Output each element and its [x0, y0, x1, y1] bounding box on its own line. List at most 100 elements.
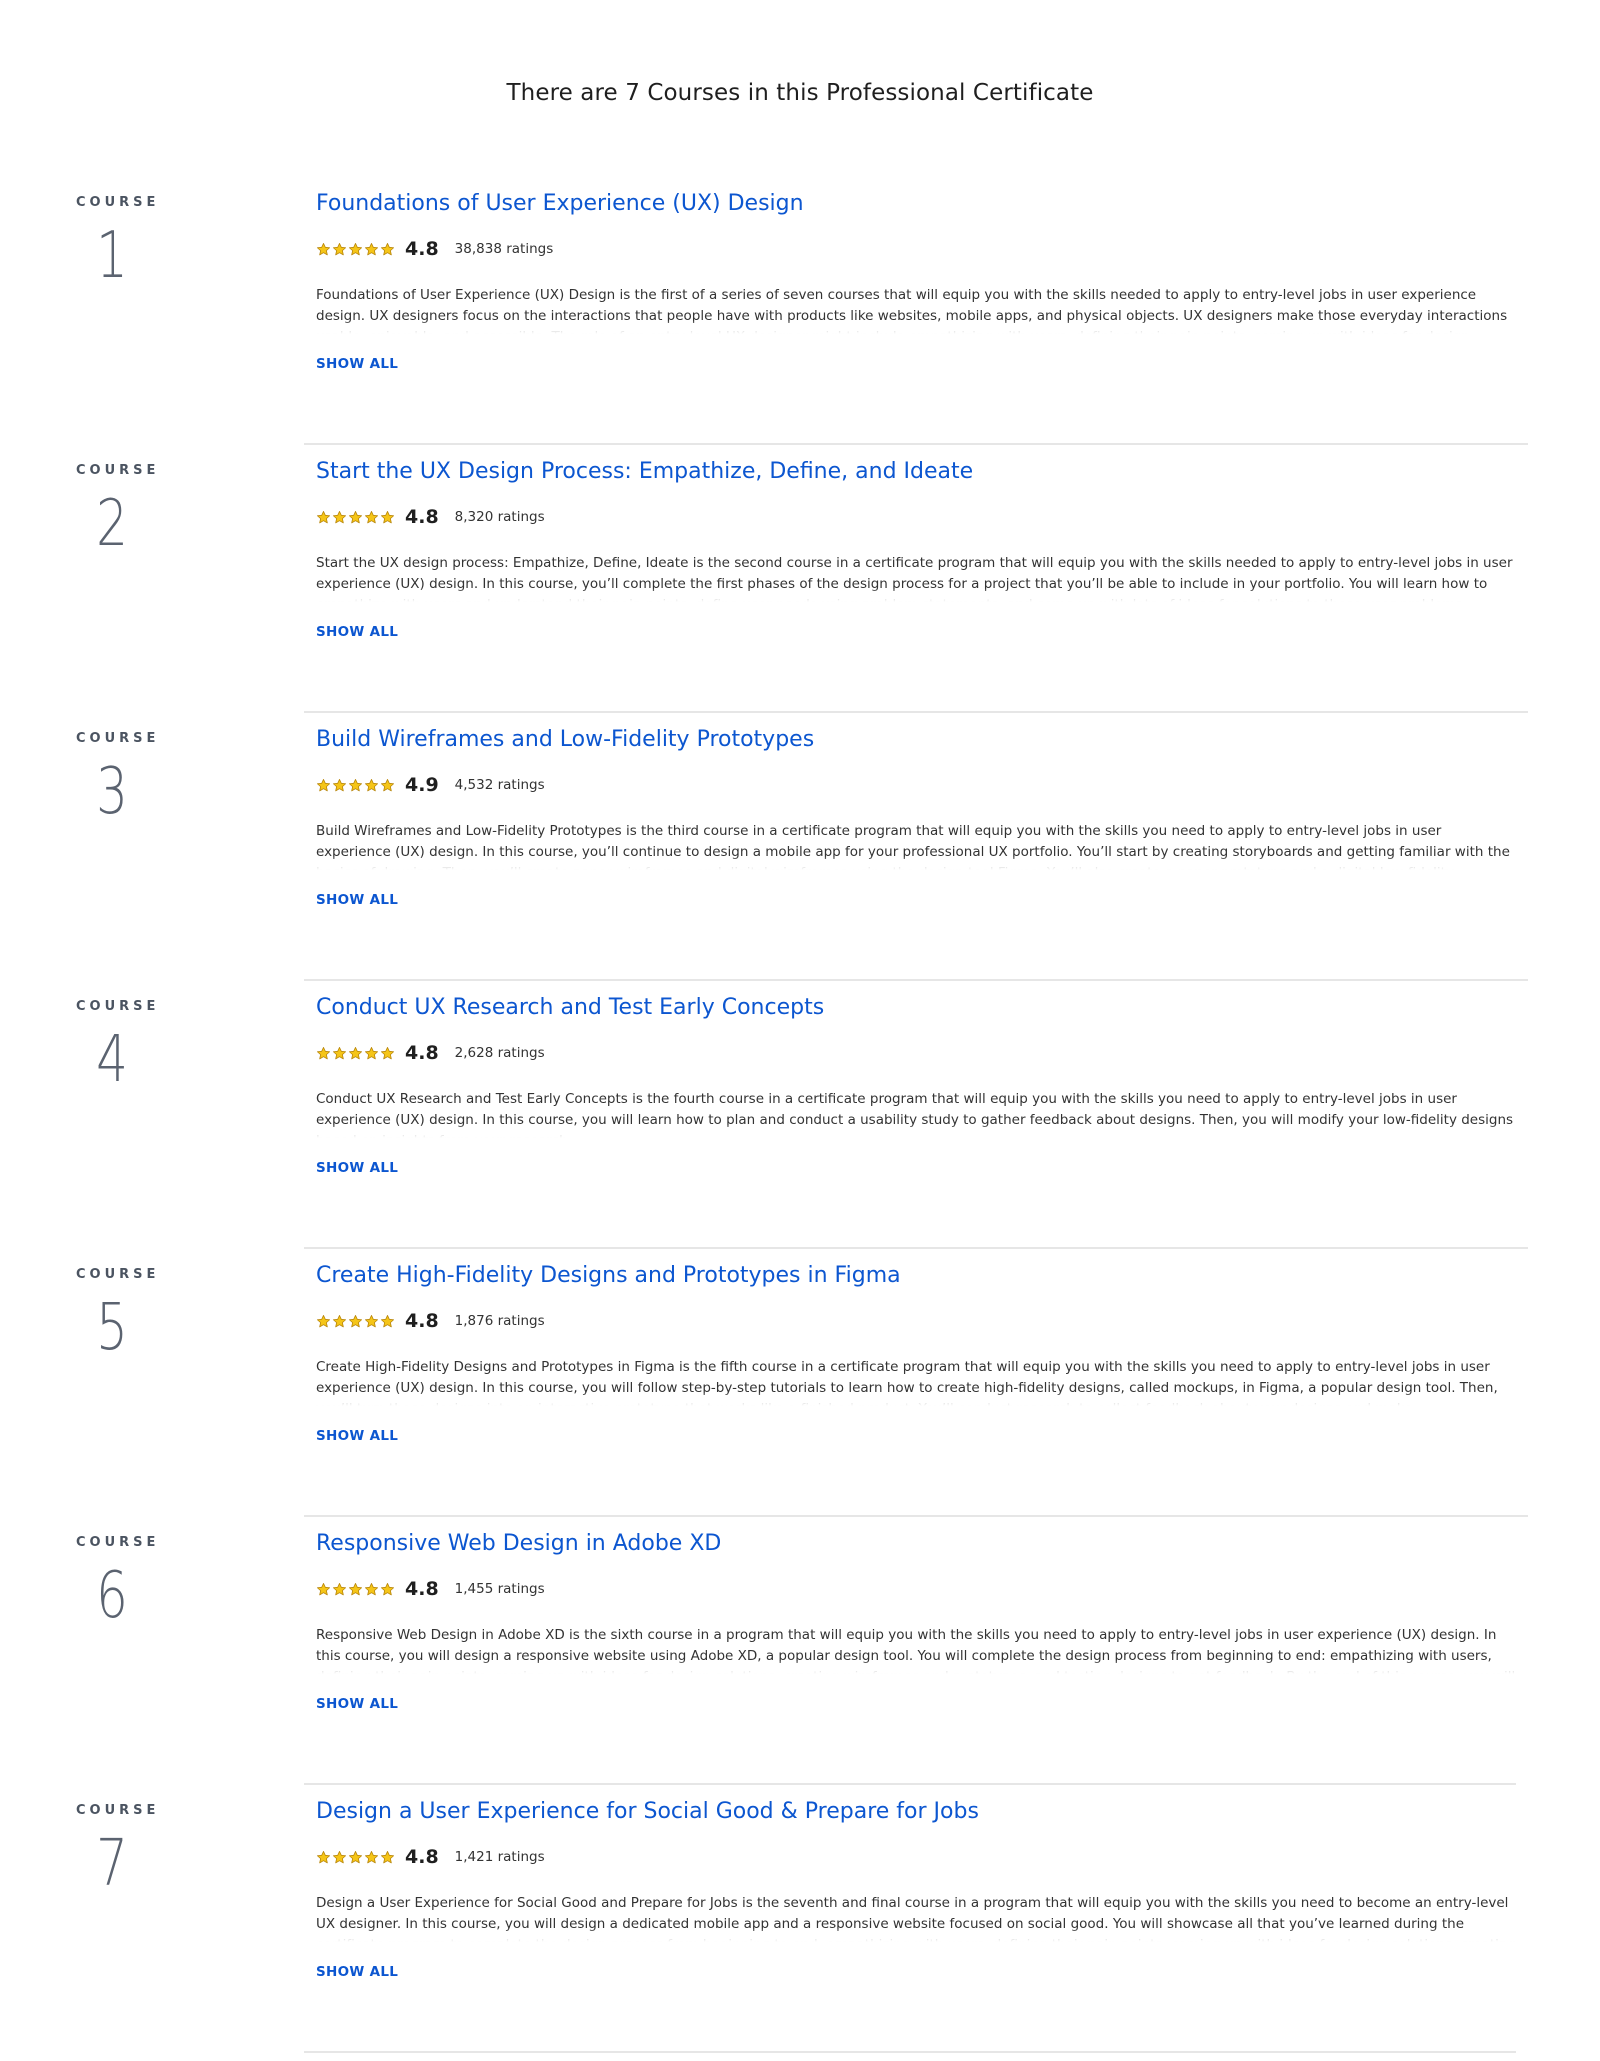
course-title-link[interactable]: Responsive Web Design in Adobe XD	[316, 1529, 1516, 1559]
course-item: COURSE 2 Start the UX Design Process: Em…	[0, 453, 1600, 721]
course-description: Conduct UX Research and Test Early Conce…	[316, 1091, 1514, 1138]
show-all-button[interactable]: SHOW ALL	[316, 1428, 398, 1444]
course-item: COURSE 4 Conduct UX Research and Test Ea…	[0, 989, 1600, 1257]
course-number: 3	[96, 755, 128, 829]
star-icon	[332, 778, 347, 793]
course-label: COURSE	[76, 463, 160, 478]
course-list: COURSE 1 Foundations of User Experience …	[0, 185, 1600, 2061]
course-description: Build Wireframes and Low-Fidelity Protot…	[316, 823, 1510, 870]
course-label: COURSE	[76, 1535, 160, 1550]
page-heading: There are 7 Courses in this Professional…	[506, 80, 1094, 106]
star-icon	[316, 510, 331, 525]
divider	[304, 2051, 1516, 2053]
course-number: 1	[96, 219, 128, 293]
show-all-button[interactable]: SHOW ALL	[316, 1964, 398, 1980]
course-title-link[interactable]: Build Wireframes and Low-Fidelity Protot…	[316, 725, 1516, 755]
star-icon	[364, 778, 379, 793]
course-number: 4	[96, 1023, 128, 1097]
star-rating	[316, 1046, 395, 1061]
star-icon	[348, 1314, 363, 1329]
course-body: Build Wireframes and Low-Fidelity Protot…	[316, 721, 1516, 908]
star-icon	[364, 1850, 379, 1865]
divider	[304, 711, 1528, 713]
rating-row: 4.8 1,421 ratings	[316, 1845, 1516, 1869]
star-icon	[316, 1314, 331, 1329]
star-icon	[332, 1046, 347, 1061]
rating-row: 4.8 2,628 ratings	[316, 1041, 1516, 1065]
divider	[304, 1247, 1528, 1249]
star-rating	[316, 242, 395, 257]
rating-value: 4.8	[405, 1310, 439, 1332]
star-rating	[316, 1582, 395, 1597]
show-all-button[interactable]: SHOW ALL	[316, 1696, 398, 1712]
star-icon	[380, 1850, 395, 1865]
rating-value: 4.8	[405, 1846, 439, 1868]
star-icon	[348, 778, 363, 793]
rating-row: 4.8 1,876 ratings	[316, 1309, 1516, 1333]
course-item: COURSE 6 Responsive Web Design in Adobe …	[0, 1525, 1600, 1793]
star-icon	[316, 242, 331, 257]
star-icon	[364, 1582, 379, 1597]
course-body: Foundations of User Experience (UX) Desi…	[316, 185, 1516, 372]
star-icon	[332, 242, 347, 257]
star-icon	[332, 1850, 347, 1865]
course-index: COURSE 6	[72, 1535, 160, 1633]
course-title-link[interactable]: Start the UX Design Process: Empathize, …	[316, 457, 1516, 487]
ratings-count: 4,532 ratings	[454, 777, 545, 793]
star-rating	[316, 1850, 395, 1865]
course-index: COURSE 1	[72, 195, 155, 293]
course-body: Start the UX Design Process: Empathize, …	[316, 453, 1516, 640]
course-label: COURSE	[76, 1267, 160, 1282]
show-all-button[interactable]: SHOW ALL	[316, 356, 398, 372]
star-icon	[364, 242, 379, 257]
rating-value: 4.8	[405, 1578, 439, 1600]
course-item: COURSE 5 Create High-Fidelity Designs an…	[0, 1257, 1600, 1525]
course-index: COURSE 4	[72, 999, 155, 1097]
course-item: COURSE 7 Design a User Experience for So…	[0, 1793, 1600, 2061]
star-icon	[380, 778, 395, 793]
course-item: COURSE 3 Build Wireframes and Low-Fideli…	[0, 721, 1600, 989]
course-description: Responsive Web Design in Adobe XD is the…	[316, 1627, 1515, 1674]
course-description: Design a User Experience for Social Good…	[316, 1895, 1516, 1942]
rating-value: 4.8	[405, 238, 439, 260]
rating-row: 4.8 8,320 ratings	[316, 505, 1516, 529]
ratings-count: 1,876 ratings	[454, 1313, 545, 1329]
course-body: Responsive Web Design in Adobe XD 4.8 1,…	[316, 1525, 1516, 1712]
course-label: COURSE	[76, 1803, 160, 1818]
star-icon	[364, 1314, 379, 1329]
star-icon	[364, 510, 379, 525]
course-number: 6	[96, 1559, 128, 1633]
course-description: Foundations of User Experience (UX) Desi…	[316, 287, 1508, 334]
course-index: COURSE 3	[72, 731, 155, 829]
rating-row: 4.8 1,455 ratings	[316, 1577, 1516, 1601]
star-icon	[380, 1582, 395, 1597]
course-index: COURSE 7	[72, 1803, 160, 1901]
star-icon	[364, 1046, 379, 1061]
course-title-link[interactable]: Foundations of User Experience (UX) Desi…	[316, 189, 1516, 219]
show-all-button[interactable]: SHOW ALL	[316, 1160, 398, 1176]
course-title-link[interactable]: Design a User Experience for Social Good…	[316, 1797, 1516, 1827]
rating-row: 4.9 4,532 ratings	[316, 773, 1516, 797]
rating-row: 4.8 38,838 ratings	[316, 237, 1516, 261]
course-title-link[interactable]: Conduct UX Research and Test Early Conce…	[316, 993, 1516, 1023]
course-index: COURSE 2	[72, 463, 160, 556]
ratings-count: 8,320 ratings	[454, 509, 545, 525]
star-icon	[380, 242, 395, 257]
rating-value: 4.9	[405, 774, 439, 796]
course-title-link[interactable]: Create High-Fidelity Designs and Prototy…	[316, 1261, 1516, 1291]
course-body: Create High-Fidelity Designs and Prototy…	[316, 1257, 1516, 1444]
star-icon	[380, 1046, 395, 1061]
course-number: 5	[96, 1291, 128, 1365]
star-icon	[316, 1850, 331, 1865]
star-icon	[332, 510, 347, 525]
show-all-button[interactable]: SHOW ALL	[316, 892, 398, 908]
course-item: COURSE 1 Foundations of User Experience …	[0, 185, 1600, 453]
show-all-button[interactable]: SHOW ALL	[316, 624, 398, 640]
rating-value: 4.8	[405, 1042, 439, 1064]
star-icon	[348, 1850, 363, 1865]
ratings-count: 1,455 ratings	[454, 1581, 545, 1597]
course-index: COURSE 5	[72, 1267, 160, 1365]
star-icon	[380, 510, 395, 525]
star-icon	[316, 1582, 331, 1597]
course-number: 7	[96, 1827, 128, 1901]
